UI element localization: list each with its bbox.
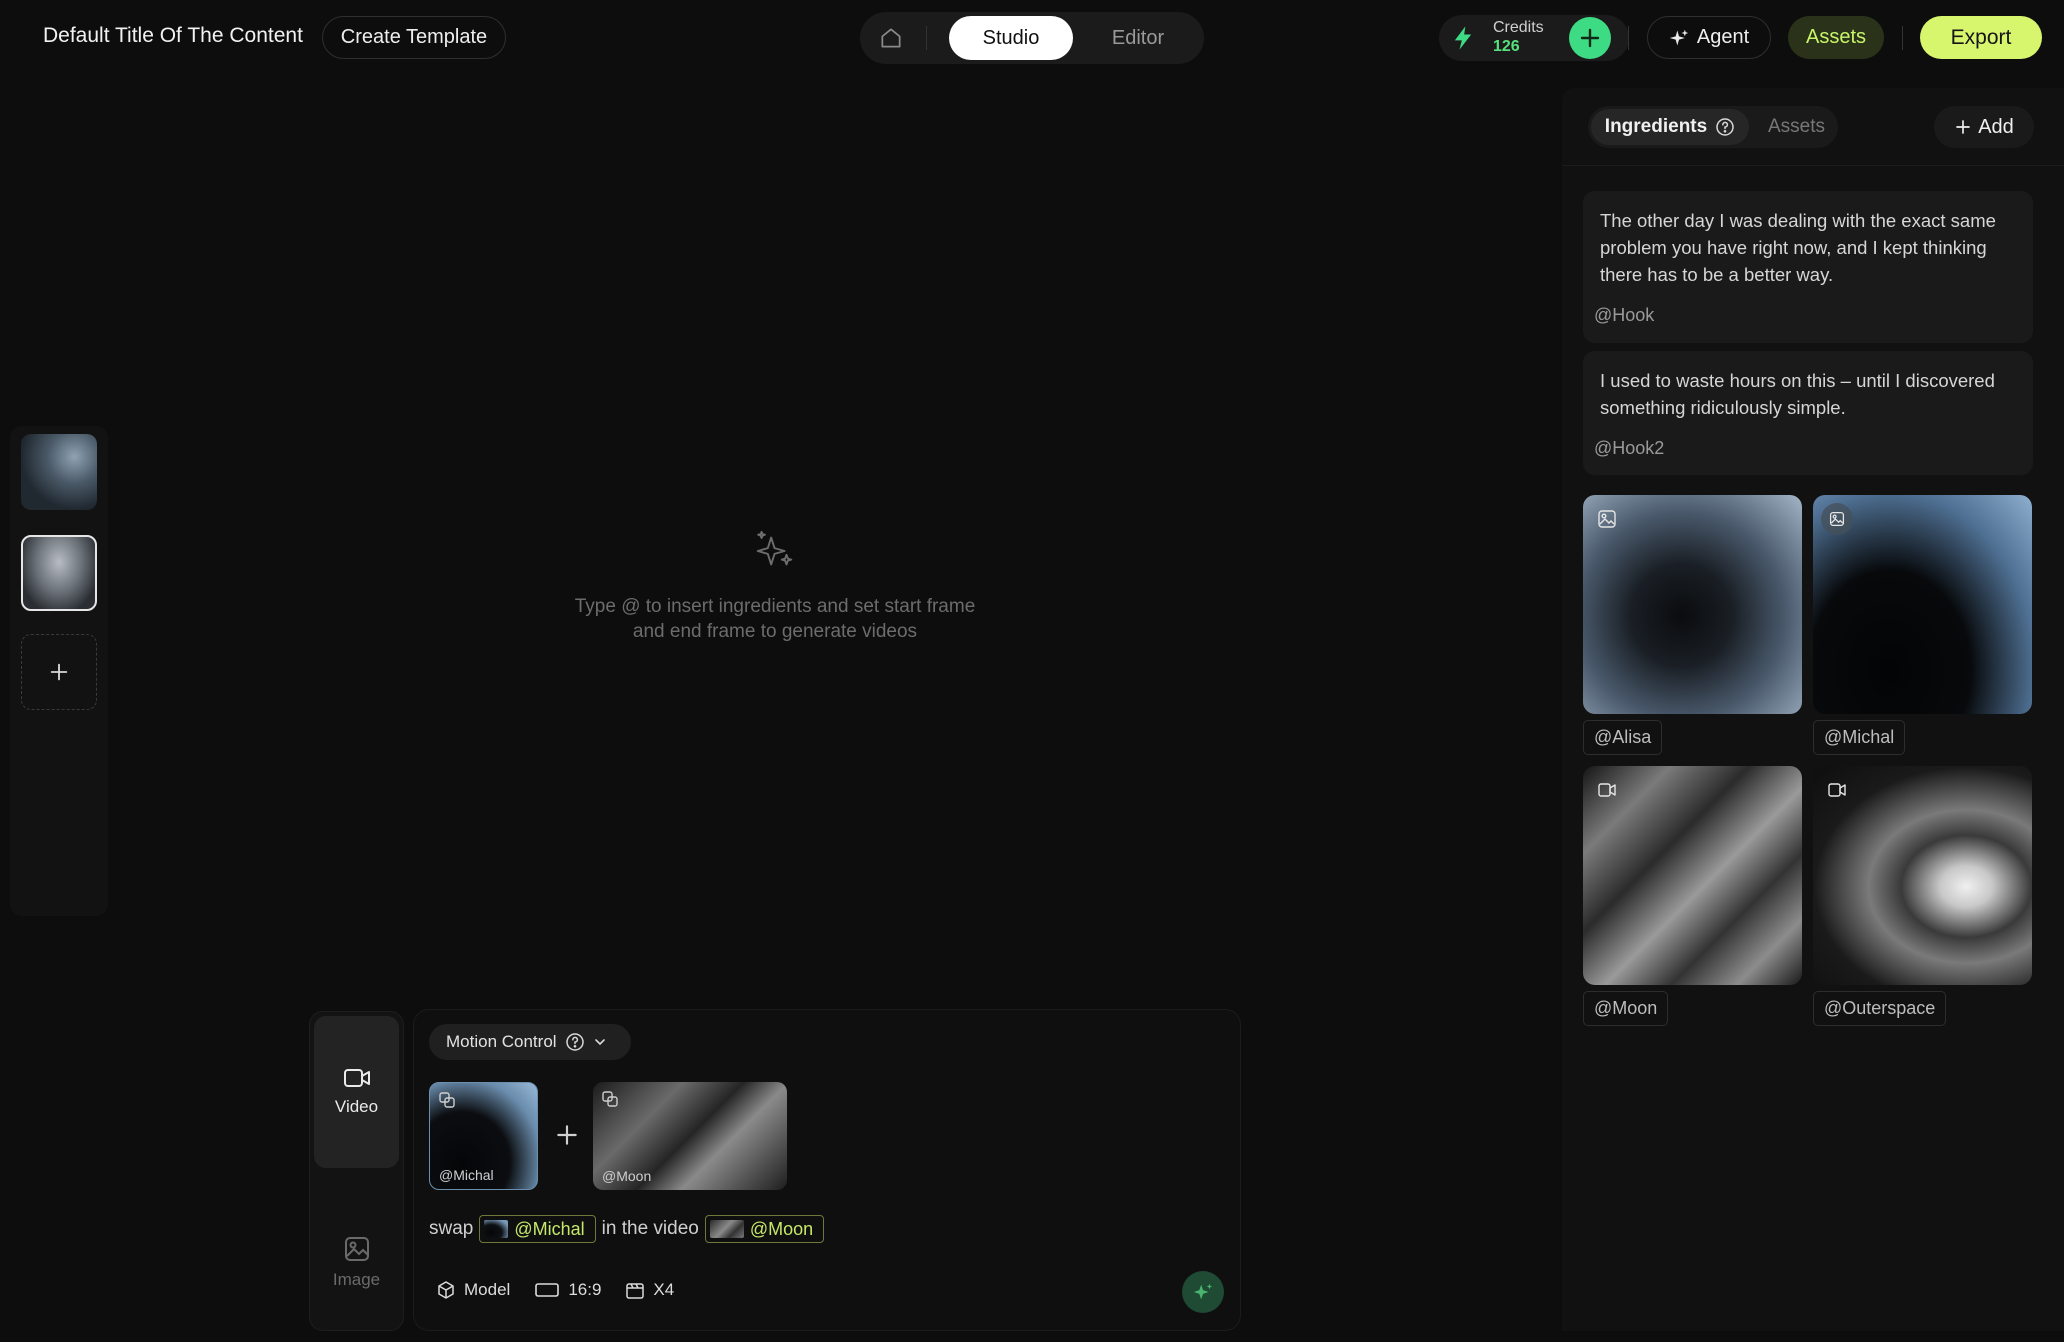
tab-assets[interactable]: Assets <box>1768 109 1836 145</box>
mode-switch: Studio Editor <box>860 12 1204 64</box>
credits-label: Credits <box>1493 19 1544 36</box>
swap-icon <box>602 1091 618 1107</box>
media-ingredient-tile[interactable] <box>1583 495 1802 714</box>
add-label: Add <box>1978 115 2014 138</box>
help-icon[interactable] <box>1715 117 1735 137</box>
add-ingredient-button[interactable]: Add <box>1934 106 2034 148</box>
agent-button[interactable]: Agent <box>1647 16 1771 59</box>
generation-type-switch: Video Image <box>309 1011 404 1331</box>
empty-hint-line1: Type @ to insert ingredients and set sta… <box>574 596 976 617</box>
tab-studio[interactable]: Studio <box>949 16 1073 60</box>
prompt-text: swap <box>429 1218 474 1239</box>
video-icon <box>1598 783 1616 797</box>
sparkle-icon <box>756 530 793 566</box>
home-icon[interactable] <box>878 25 904 51</box>
tab-ingredients[interactable]: Ingredients <box>1591 109 1749 145</box>
prompt-composer: Motion Control @Michal @Moon swap @Micha… <box>413 1009 1241 1331</box>
video-icon <box>343 1069 370 1087</box>
image-mode-button[interactable]: Image <box>314 1208 399 1318</box>
model-label: Model <box>464 1280 511 1299</box>
divider <box>1562 165 2064 166</box>
prompt-input[interactable]: swap @Michal in the video @Moon <box>429 1214 825 1244</box>
sparkle-icon <box>1669 29 1689 45</box>
plus-icon <box>50 663 68 681</box>
model-selector[interactable]: Model <box>436 1280 510 1300</box>
ingredient-tag: @Hook2 <box>1594 438 1665 458</box>
image-mode-label: Image <box>332 1270 381 1289</box>
sparkle-icon <box>1193 1283 1213 1300</box>
aspect-ratio-icon <box>535 1283 560 1297</box>
media-tag[interactable]: @Michal <box>1813 720 1906 755</box>
document-title[interactable]: Default Title Of The Content <box>43 24 303 48</box>
reference-thumbnail[interactable]: @Moon <box>593 1082 787 1190</box>
swap-icon <box>439 1092 455 1108</box>
agent-label: Agent <box>1696 26 1750 48</box>
help-icon[interactable] <box>565 1032 585 1052</box>
media-ingredient-tile[interactable] <box>1813 766 2032 985</box>
plus-icon <box>557 1125 577 1145</box>
scene-thumbnail[interactable] <box>21 434 97 510</box>
divider <box>1902 26 1903 50</box>
assets-button[interactable]: Assets <box>1788 16 1884 59</box>
motion-control-label: Motion Control <box>446 1032 557 1051</box>
aspect-ratio-selector[interactable]: 16:9 <box>534 1280 601 1300</box>
panel-tabs: Ingredients Assets <box>1588 106 1838 148</box>
chip-label: @Michal <box>514 1218 585 1239</box>
generation-options: Model 16:9 X4 <box>436 1280 674 1300</box>
top-bar: Default Title Of The Content Create Temp… <box>0 0 2064 76</box>
image-icon <box>344 1237 369 1261</box>
reference-tag: @Moon <box>602 1168 652 1184</box>
chip-label: @Moon <box>749 1218 814 1239</box>
video-mode-label: Video <box>334 1097 379 1116</box>
media-ingredient-tile[interactable] <box>1583 766 1802 985</box>
ingredient-chip[interactable]: @Michal <box>479 1215 596 1243</box>
ingredient-text: I used to waste hours on this – until I … <box>1600 370 1995 418</box>
text-ingredient-card[interactable]: The other day I was dealing with the exa… <box>1583 191 2033 343</box>
scene-thumbnail-selected[interactable] <box>21 535 97 611</box>
empty-state: Type @ to insert ingredients and set sta… <box>520 528 1030 644</box>
credits-widget: Credits 126 <box>1439 15 1629 61</box>
empty-hint-line2: and end frame to generate videos <box>632 621 918 642</box>
ingredient-chip[interactable]: @Moon <box>704 1215 825 1243</box>
credits-value: 126 <box>1493 38 1520 55</box>
output-count-selector[interactable]: X4 <box>625 1280 674 1300</box>
video-mode-button[interactable]: Video <box>314 1016 399 1168</box>
export-button[interactable]: Export <box>1920 16 2042 59</box>
ingredient-tag: @Hook <box>1594 305 1655 325</box>
chevron-down-icon <box>594 1039 605 1046</box>
add-credits-button[interactable] <box>1569 17 1611 59</box>
plus-icon <box>1956 120 1971 134</box>
media-tag[interactable]: @Outerspace <box>1813 991 1947 1026</box>
media-tag[interactable]: @Alisa <box>1583 720 1663 755</box>
tab-ingredients-label: Ingredients <box>1604 116 1708 137</box>
bolt-icon <box>1454 26 1472 50</box>
divider <box>1628 26 1629 50</box>
image-badge <box>1821 503 1853 535</box>
cube-icon <box>438 1281 454 1299</box>
ingredient-text: The other day I was dealing with the exa… <box>1600 210 1996 285</box>
divider <box>926 26 927 50</box>
add-scene-button[interactable] <box>21 634 97 710</box>
reference-thumbnail[interactable]: @Michal <box>429 1082 538 1190</box>
chip-thumbnail <box>709 1220 744 1238</box>
scene-rail <box>10 426 108 916</box>
chip-thumbnail <box>484 1220 509 1238</box>
tab-editor[interactable]: Editor <box>1082 16 1194 60</box>
motion-control-dropdown[interactable]: Motion Control <box>429 1024 631 1060</box>
ingredients-panel: Ingredients Assets Add The other day I w… <box>1562 88 2064 1331</box>
prompt-text: in the video <box>601 1218 699 1239</box>
text-ingredient-card[interactable]: I used to waste hours on this – until I … <box>1583 351 2033 475</box>
image-icon <box>1598 510 1616 528</box>
image-icon <box>1829 511 1845 527</box>
output-count-value: X4 <box>653 1280 675 1299</box>
media-ingredient-tile[interactable] <box>1813 495 2032 714</box>
generate-button[interactable] <box>1182 1271 1224 1313</box>
reference-tag: @Michal <box>439 1167 494 1183</box>
plus-icon <box>1580 28 1600 48</box>
clapperboard-icon <box>626 1283 645 1299</box>
media-tag[interactable]: @Moon <box>1583 991 1669 1026</box>
video-icon <box>1828 783 1846 797</box>
aspect-ratio-value: 16:9 <box>568 1280 602 1299</box>
create-template-button[interactable]: Create Template <box>322 16 506 59</box>
